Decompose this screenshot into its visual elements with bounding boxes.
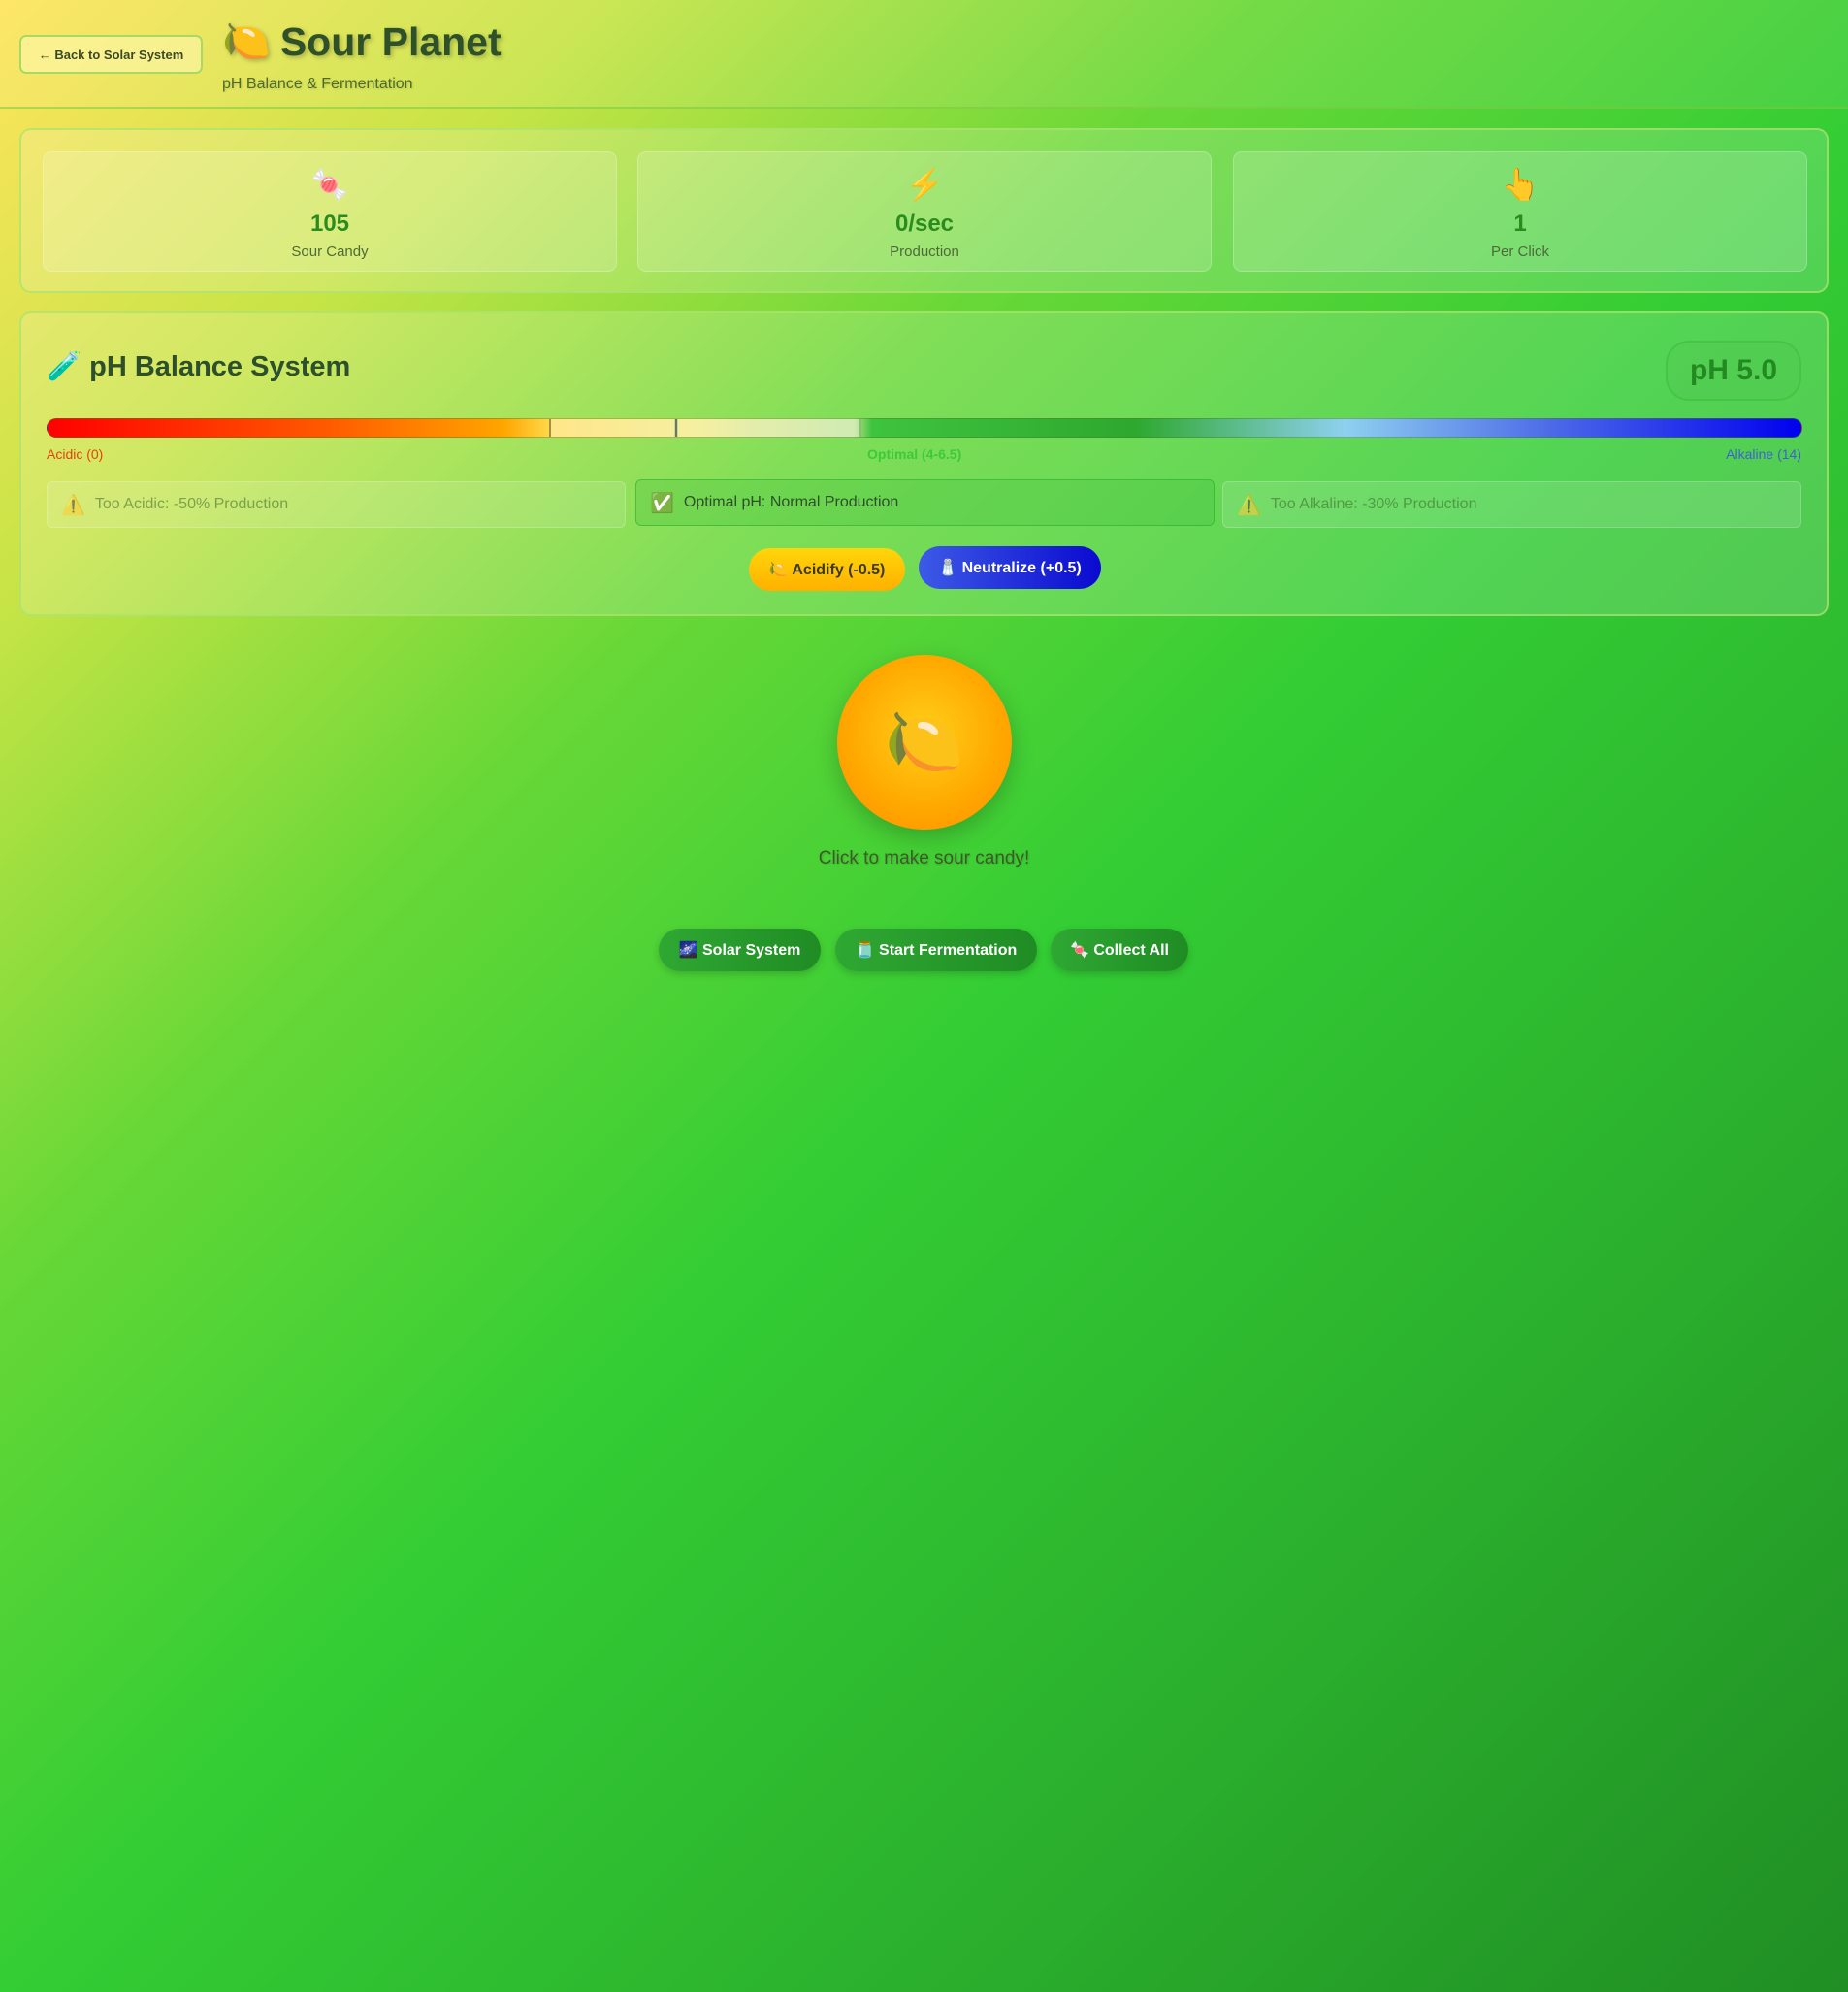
acidify-button[interactable]: 🍋 Acidify (-0.5): [749, 548, 905, 591]
check-mark-icon: ✅: [650, 492, 674, 514]
page-title-text: Sour Planet: [279, 19, 502, 64]
pointing-finger-icon: 👆: [1501, 167, 1540, 202]
start-fermentation-button[interactable]: 🫙 Start Fermentation: [835, 929, 1037, 971]
lightning-icon: ⚡: [905, 167, 944, 202]
test-tube-icon: 🧪: [47, 351, 82, 382]
stat-card-production: ⚡ 0/sec Production: [637, 151, 1212, 272]
candy-icon: 🍬: [310, 167, 349, 202]
status-optimal-text: Optimal pH: Normal Production: [683, 494, 899, 510]
status-too-acidic: ⚠️ Too Acidic: -50% Production: [47, 481, 626, 528]
stat-card-sour-candy: 🍬 105 Sour Candy: [43, 151, 617, 272]
ph-scale-bar: [47, 418, 1802, 438]
neutralize-button[interactable]: 🧂 Neutralize (+0.5): [919, 546, 1101, 589]
ph-balance-panel: 🧪 pH Balance System pH 5.0 Acidic (0) Op…: [19, 311, 1829, 616]
solar-system-button[interactable]: 🌌 Solar System: [659, 929, 821, 971]
production-label: Production: [890, 244, 959, 260]
status-too-acidic-text: Too Acidic: -50% Production: [94, 496, 289, 512]
stats-panel: 🍬 105 Sour Candy ⚡ 0/sec Production 👆 1 …: [19, 128, 1829, 293]
header: ← Back to Solar System 🍋 Sour Planet pH …: [0, 0, 1848, 109]
per-click-value: 1: [1513, 211, 1527, 237]
title-block: 🍋 Sour Planet pH Balance & Fermentation: [222, 16, 502, 93]
scale-label-alkaline: Alkaline (14): [1726, 446, 1801, 462]
ph-marker: [673, 419, 678, 437]
production-rate: 0/sec: [894, 211, 955, 237]
page-title: 🍋 Sour Planet: [222, 16, 502, 68]
scale-label-optimal: Optimal (4-6.5): [867, 446, 962, 462]
lemon-clicker-button[interactable]: 🍋: [837, 655, 1012, 830]
current-ph-badge: pH 5.0: [1666, 341, 1801, 401]
status-too-alkaline: ⚠️ Too Alkaline: -30% Production: [1222, 481, 1801, 528]
page-subtitle: pH Balance & Fermentation: [222, 76, 413, 92]
stat-card-per-click: 👆 1 Per Click: [1233, 151, 1807, 272]
collect-all-button[interactable]: 🍬 Collect All: [1051, 929, 1188, 971]
sour-candy-count: 105: [309, 211, 350, 237]
scale-label-acidic: Acidic (0): [47, 446, 104, 462]
lemon-icon: 🍋: [884, 705, 965, 777]
clicker-hint: Click to make sour candy!: [818, 848, 1030, 868]
ph-panel-title-text: pH Balance System: [89, 350, 351, 382]
back-to-solar-system-button[interactable]: ← Back to Solar System: [19, 35, 203, 74]
ph-panel-title: 🧪 pH Balance System: [47, 350, 350, 383]
warning-icon: ⚠️: [61, 494, 85, 516]
sour-candy-label: Sour Candy: [291, 244, 369, 260]
lemon-icon: 🍋: [222, 20, 271, 63]
ph-optimal-zone: [548, 419, 862, 437]
per-click-label: Per Click: [1490, 244, 1549, 260]
warning-icon: ⚠️: [1237, 494, 1261, 516]
status-optimal: ✅ Optimal pH: Normal Production: [635, 479, 1215, 526]
status-too-alkaline-text: Too Alkaline: -30% Production: [1270, 496, 1477, 512]
